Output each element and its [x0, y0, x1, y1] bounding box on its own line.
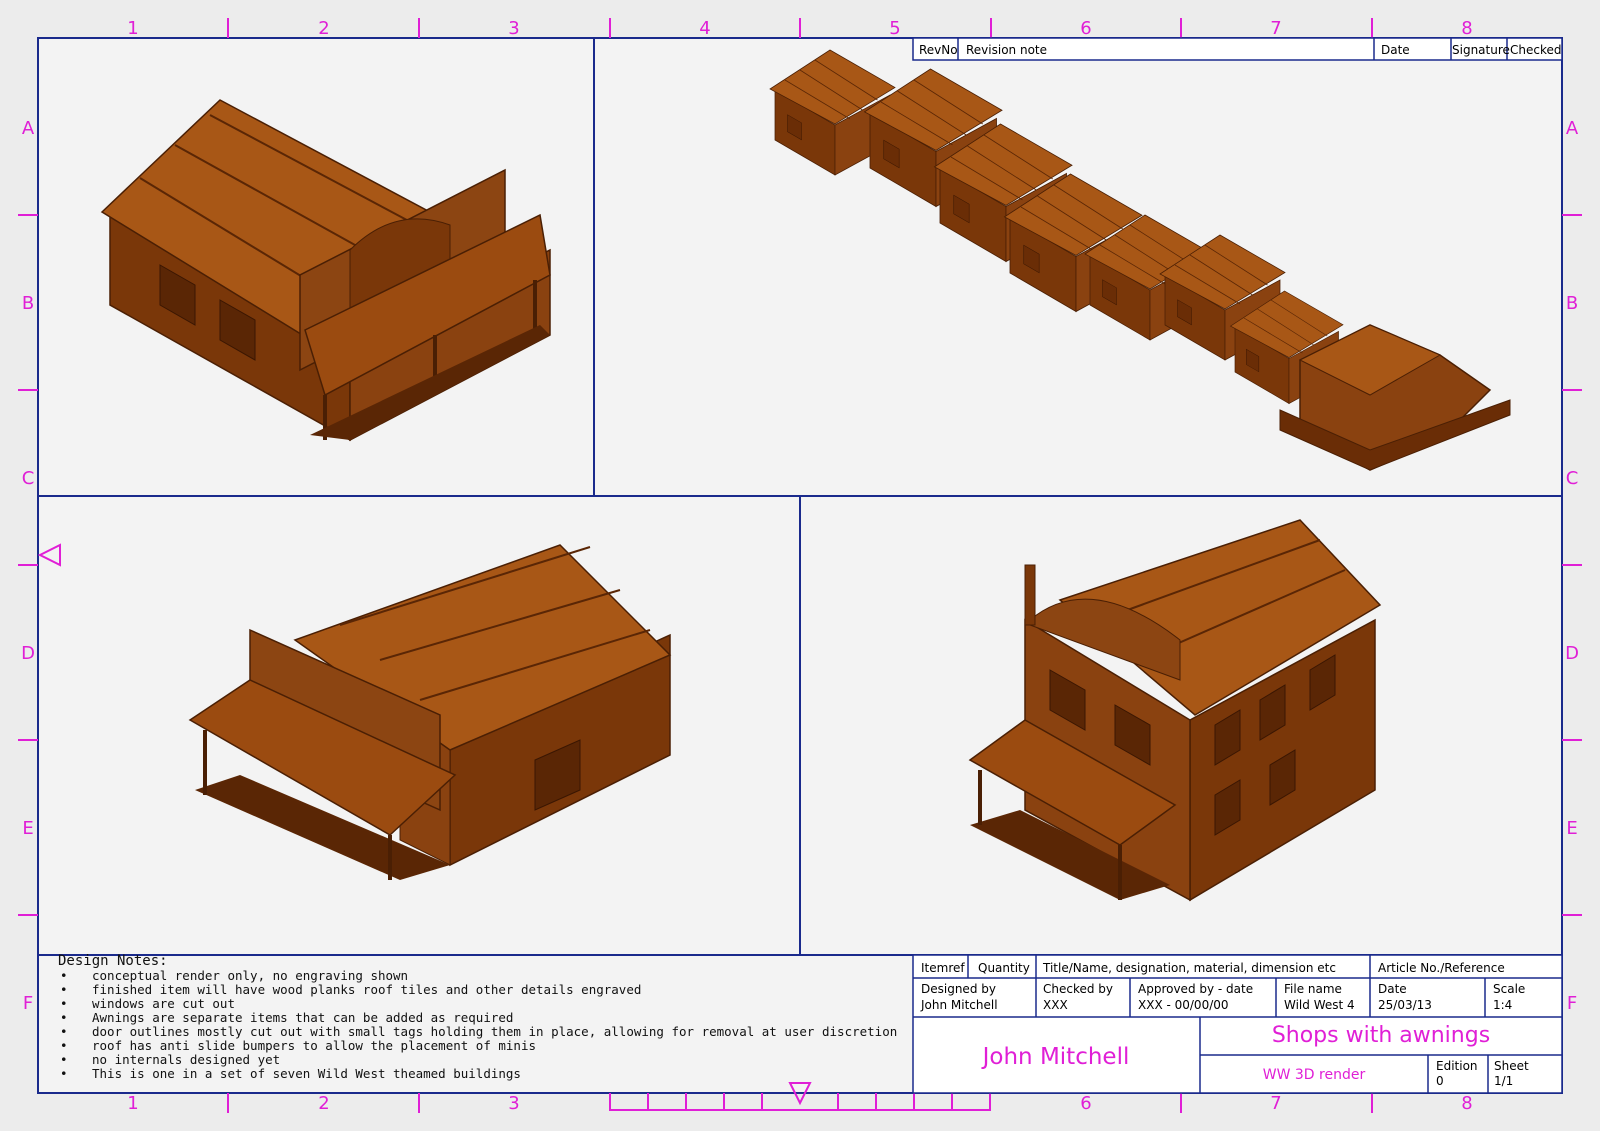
row-label: A	[22, 118, 35, 139]
row-label: D	[21, 643, 35, 664]
file-name-label: File name	[1284, 982, 1342, 996]
scale-label: Scale	[1493, 982, 1525, 996]
note-item: door outlines mostly cut out with small …	[92, 1024, 897, 1039]
row-label: B	[22, 293, 34, 314]
row-label: E	[1566, 818, 1577, 839]
file-name-value: Wild West 4	[1284, 998, 1355, 1012]
drawing-subtitle: WW 3D render	[1263, 1067, 1366, 1083]
scale-value: 1:4	[1493, 998, 1512, 1012]
designed-by-label: Designed by	[921, 982, 996, 996]
col-label: 3	[508, 1093, 519, 1114]
company-name: John Mitchell	[981, 1044, 1130, 1070]
sheet-label: Sheet	[1494, 1059, 1529, 1073]
col-label: 2	[318, 18, 329, 39]
date-header: Date	[1381, 43, 1410, 57]
date-value: 25/03/13	[1378, 998, 1432, 1012]
notes-bullet: •	[60, 996, 68, 1011]
col-label: 7	[1270, 1093, 1281, 1114]
notes-bullet: •	[60, 968, 68, 983]
col-label: 1	[127, 18, 138, 39]
col-label: 3	[508, 18, 519, 39]
col-label: 5	[889, 18, 900, 39]
revno-header: RevNo	[919, 43, 958, 57]
sheet-value: 1/1	[1494, 1074, 1513, 1088]
col-label: 4	[699, 18, 710, 39]
approved-label: Approved by - date	[1138, 982, 1253, 996]
row-label: C	[1566, 468, 1579, 489]
drawing-title: Shops with awnings	[1272, 1023, 1490, 1048]
note-item: no internals designed yet	[92, 1052, 280, 1067]
designed-by-value: John Mitchell	[920, 998, 998, 1012]
signature-header: Signature	[1452, 43, 1510, 57]
edition-label: Edition	[1436, 1059, 1478, 1073]
note-item: This is one in a set of seven Wild West …	[92, 1066, 521, 1081]
note-item: finished item will have wood planks roof…	[92, 982, 641, 997]
quantity-label: Quantity	[978, 961, 1030, 975]
article-header-label: Article No./Reference	[1378, 961, 1505, 975]
row-label: D	[1565, 643, 1579, 664]
notes-bullet: •	[60, 1024, 68, 1039]
note-item: conceptual render only, no engraving sho…	[92, 968, 408, 983]
title-header-label: Title/Name, designation, material, dimen…	[1042, 961, 1336, 975]
row-label: F	[23, 993, 33, 1014]
revision-note-header: Revision note	[966, 43, 1047, 57]
col-label: 8	[1461, 1093, 1472, 1114]
col-label: 6	[1080, 1093, 1091, 1114]
checked-header: Checked	[1510, 43, 1562, 57]
checked-by-value: XXX	[1043, 998, 1068, 1012]
row-label: E	[22, 818, 33, 839]
technical-drawing-sheet: 1 2 3 4 5 6 7 8 1 2 3 6 7 8 A B C D E F …	[18, 18, 1582, 1114]
notes-bullet: •	[60, 982, 68, 997]
revision-table: RevNo Revision note Date Signature Check…	[912, 37, 1563, 61]
notes-bullet: •	[60, 1010, 68, 1025]
checked-by-label: Checked by	[1043, 982, 1113, 996]
row-label: F	[1567, 993, 1577, 1014]
notes-bullet: •	[60, 1052, 68, 1067]
notes-bullet: •	[60, 1066, 68, 1081]
itemref-label: Itemref	[921, 961, 965, 975]
notes-bullet: •	[60, 1038, 68, 1053]
notes-title: Design Notes:	[58, 953, 168, 969]
edition-value: 0	[1436, 1074, 1444, 1088]
note-item: roof has anti slide bumpers to allow the…	[92, 1038, 536, 1053]
col-label: 2	[318, 1093, 329, 1114]
col-label: 7	[1270, 18, 1281, 39]
col-label: 8	[1461, 18, 1472, 39]
date-label: Date	[1378, 982, 1407, 996]
note-item: windows are cut out	[92, 996, 235, 1011]
note-item: Awnings are separate items that can be a…	[92, 1010, 513, 1025]
row-label: A	[1566, 118, 1579, 139]
col-label: 1	[127, 1093, 138, 1114]
col-label: 6	[1080, 18, 1091, 39]
row-label: C	[22, 468, 35, 489]
approved-value: XXX - 00/00/00	[1138, 998, 1229, 1012]
row-label: B	[1566, 293, 1578, 314]
